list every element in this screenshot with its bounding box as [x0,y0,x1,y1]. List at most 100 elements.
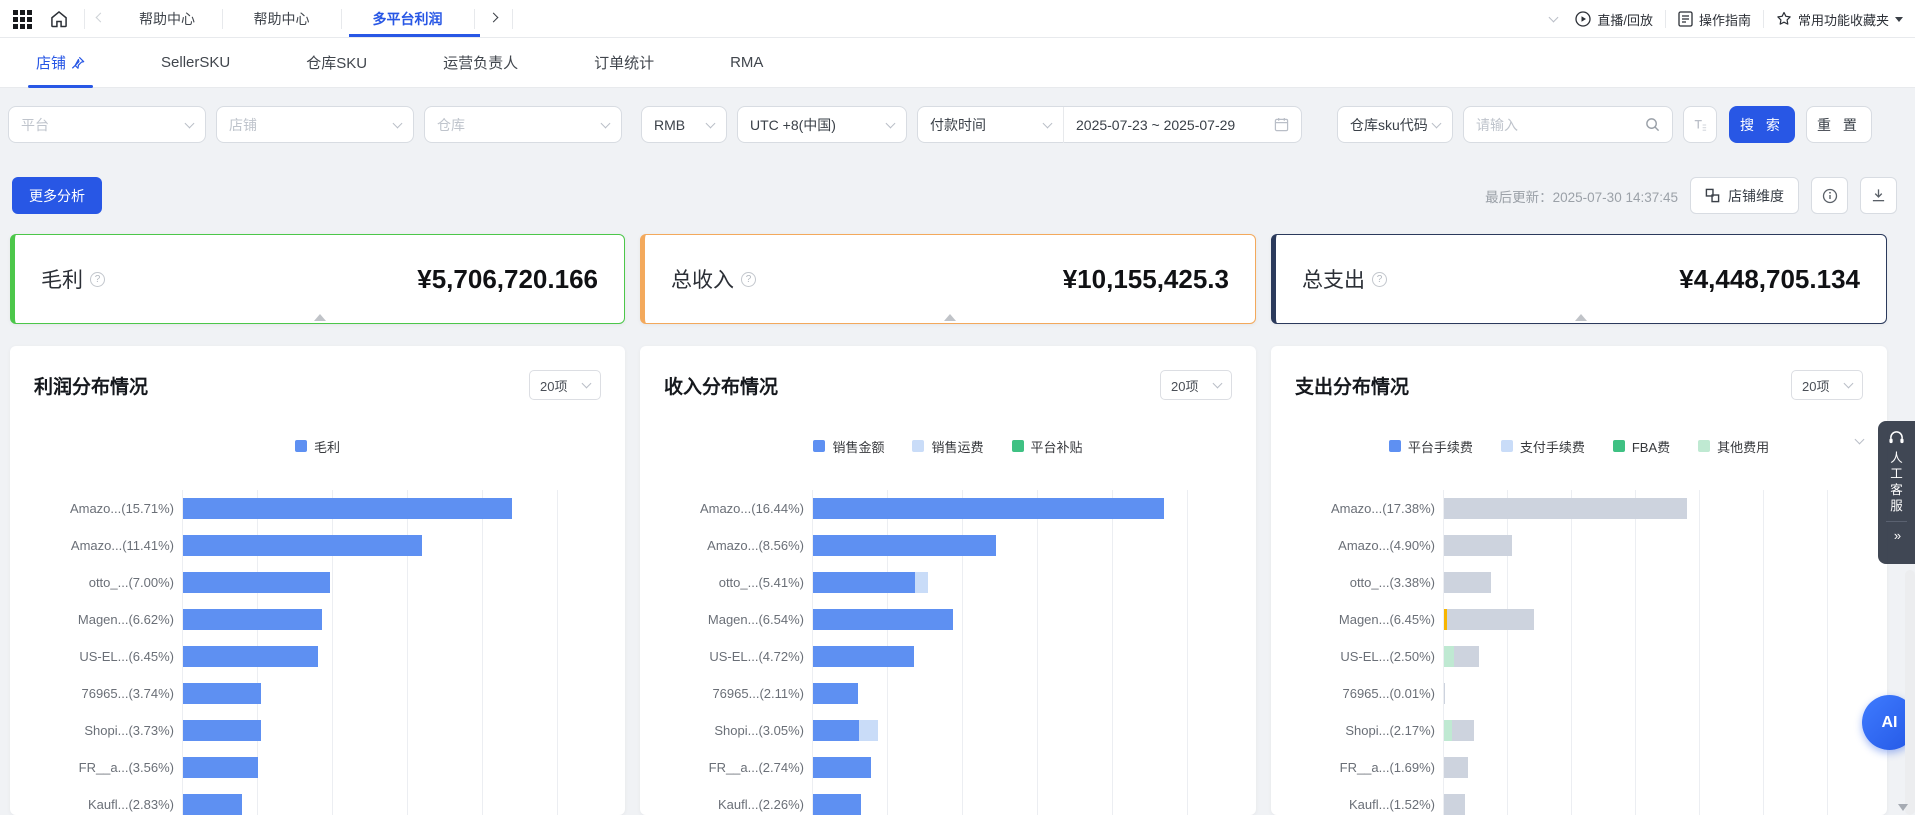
nav-item-warehouse-sku[interactable]: 仓库SKU [306,38,367,88]
chart-row-label: Shopi...(3.05%) [664,723,804,738]
bar-segment [1444,646,1454,667]
legend-label: 毛利 [314,437,340,456]
tab-help-center-1[interactable]: 帮助中心 [112,0,222,38]
chart-row-label: US-EL...(6.45%) [34,649,174,664]
currency-value: RMB [654,117,685,133]
chart-row-label: Kaufl...(1.52%) [1295,797,1435,812]
legend-item[interactable]: 销售运费 [912,437,983,456]
bar-segment [1444,535,1512,556]
nav-label: RMA [730,54,763,71]
legend-item[interactable]: 平台手续费 [1389,437,1473,456]
customer-service-panel[interactable]: 人工客服 » [1878,421,1915,564]
kpi-help-icon[interactable]: ? [741,272,756,287]
search-icon[interactable] [1645,117,1660,132]
chart-row-label: Amazo...(17.38%) [1295,501,1435,516]
nav-item-store[interactable]: 店铺 [36,38,85,88]
chevron-down-icon [393,118,403,128]
platform-select[interactable]: 平台 [8,106,206,143]
chart-row: 76965...(2.11%) [664,675,1232,712]
chart-row-label: Amazo...(8.56%) [664,538,804,553]
guide-button[interactable]: 操作指南 [1678,10,1751,29]
bar-segment [1444,498,1687,519]
ai-label: AI [1882,714,1898,732]
app-root: 帮助中心 帮助中心 多平台利润 直播/回放 操作指南 常用功能收藏夹 [0,0,1915,815]
legend-item[interactable]: 平台补贴 [1012,437,1083,456]
tab-back-icon[interactable] [88,0,112,38]
kpi-label: 总收入 [671,264,734,294]
items-count-select[interactable]: 20项 [1160,370,1232,400]
legend-collapse-icon[interactable] [1855,435,1865,445]
scrollbar-track[interactable] [1905,570,1915,815]
exact-match-button[interactable] [1683,106,1717,143]
items-count-select[interactable]: 20项 [1791,370,1863,400]
dimension-label: 店铺维度 [1728,186,1784,206]
kpi-collapse-handle[interactable] [314,314,326,321]
pin-icon [71,56,85,70]
chevron-down-icon [1213,379,1223,389]
download-button[interactable] [1860,177,1897,214]
kpi-help-icon[interactable]: ? [1372,272,1387,287]
chart-row-label: otto_...(3.38%) [1295,575,1435,590]
bar-segment [813,794,861,815]
chart-row: otto_...(3.38%) [1295,564,1863,601]
items-count-select[interactable]: 20项 [529,370,601,400]
store-select[interactable]: 店铺 [216,106,414,143]
tab-forward-icon[interactable] [478,0,508,38]
chart-row-label: FR__a...(2.74%) [664,760,804,775]
chart-bar [1444,646,1479,667]
scroll-down-icon[interactable] [1898,804,1908,811]
chevron-down-icon [1844,379,1854,389]
nav-item-sellersku[interactable]: SellerSKU [161,38,230,88]
info-button[interactable] [1811,177,1848,214]
collapse-right-icon[interactable]: » [1894,528,1899,543]
chart-row: Amazo...(17.38%) [1295,490,1863,527]
nav-item-order-stats[interactable]: 订单统计 [594,38,654,88]
live-replay-button[interactable]: 直播/回放 [1575,10,1653,29]
chart-bar [183,794,242,815]
tab-help-center-2[interactable]: 帮助中心 [222,0,341,38]
legend-item[interactable]: 毛利 [295,437,340,456]
kpi-label: 总支出 [1302,264,1365,294]
legend-label: FBA费 [1632,437,1670,456]
nav-item-rma[interactable]: RMA [730,38,763,88]
more-analysis-button[interactable]: 更多分析 [12,177,102,214]
tab-multi-platform-profit[interactable]: 多平台利润 [341,0,474,38]
legend-item[interactable]: FBA费 [1613,437,1670,456]
timezone-select[interactable]: UTC +8(中国) [737,106,907,143]
chart-bar [813,683,858,704]
legend-item[interactable]: 支付手续费 [1501,437,1585,456]
time-type-select[interactable]: 付款时间 [918,107,1063,142]
kpi-help-icon[interactable]: ? [90,272,105,287]
kpi-collapse-handle[interactable] [944,314,956,321]
kpi-collapse-handle[interactable] [1575,314,1587,321]
chart-row-label: 76965...(2.11%) [664,686,804,701]
warehouse-select[interactable]: 仓库 [424,106,622,143]
chart-bar [813,572,928,593]
bar-segment [813,572,915,593]
currency-select[interactable]: RMB [641,106,727,143]
items-count-value: 20项 [540,376,567,395]
chart-row-label: otto_...(5.41%) [664,575,804,590]
favorites-button[interactable]: 常用功能收藏夹 [1776,10,1903,29]
legend-label: 平台手续费 [1408,437,1473,456]
home-icon[interactable] [44,0,74,38]
tab-label: 帮助中心 [139,9,195,29]
search-button[interactable]: 搜 索 [1729,106,1795,143]
date-range-picker[interactable]: 2025-07-23 ~ 2025-07-29 [1064,107,1301,142]
chart-row-label: Shopi...(3.73%) [34,723,174,738]
sku-type-select[interactable]: 仓库sku代码 [1337,106,1453,143]
topbar-collapse-icon[interactable] [1549,13,1559,23]
bar-segment [813,498,1164,519]
chart-row-label: FR__a...(1.69%) [1295,760,1435,775]
chart-row-plot [812,601,1228,638]
apps-grid-icon[interactable] [8,0,36,38]
keyword-input[interactable] [1476,117,1616,133]
legend-item[interactable]: 销售金额 [813,437,884,456]
dimension-switch-button[interactable]: 店铺维度 [1690,177,1799,214]
chart-row: Magen...(6.45%) [1295,601,1863,638]
legend-label: 支付手续费 [1520,437,1585,456]
legend-item[interactable]: 其他费用 [1698,437,1769,456]
reset-button[interactable]: 重 置 [1806,106,1872,143]
chart-row-label: 76965...(0.01%) [1295,686,1435,701]
nav-item-operator[interactable]: 运营负责人 [443,38,518,88]
